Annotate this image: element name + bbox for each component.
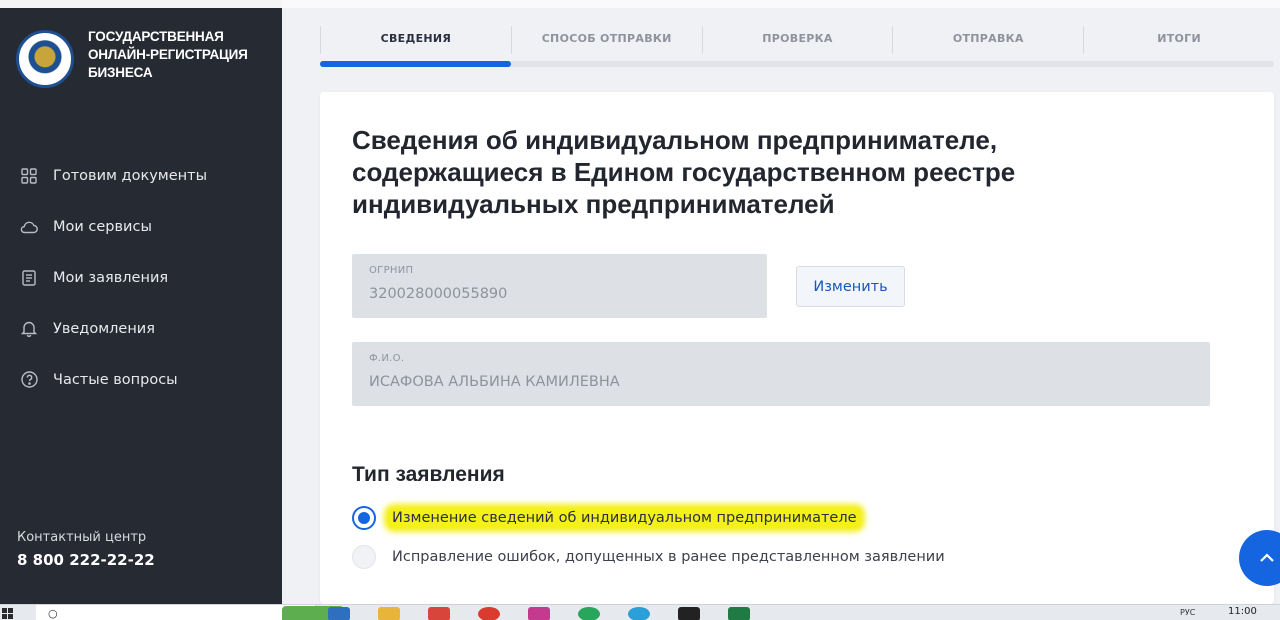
nav-item-documents[interactable]: Готовим документы — [0, 150, 282, 201]
radio-label: Изменение сведений об индивидуальном пре… — [388, 508, 861, 528]
nav-label: Готовим документы — [53, 167, 208, 184]
ogrnip-label: ОГРНИП — [369, 265, 414, 276]
step-info[interactable]: СВЕДЕНИЯ — [320, 26, 511, 54]
app-telegram-icon[interactable] — [628, 607, 650, 620]
step-check[interactable]: ПРОВЕРКА — [701, 26, 893, 54]
bell-icon — [19, 319, 39, 339]
step-send-method[interactable]: СПОСОБ ОТПРАВКИ — [510, 26, 702, 54]
fio-field: Ф.И.О. ИСАФОВА АЛЬБИНА КАМИЛЕВНА — [352, 342, 1210, 406]
radio-button-selected[interactable] — [352, 506, 376, 530]
os-taskbar: ○ РУС 11:00 — [0, 604, 1280, 620]
radio-option-change-info[interactable]: Изменение сведений об индивидуальном пре… — [352, 506, 861, 530]
nav-label: Частые вопросы — [53, 371, 178, 388]
step-results[interactable]: ИТОГИ — [1083, 26, 1274, 54]
app-icon[interactable] — [678, 607, 700, 620]
app-explorer-icon[interactable] — [378, 607, 400, 620]
app-paint-icon[interactable] — [428, 607, 450, 620]
nav-label: Мои заявления — [53, 269, 169, 286]
main-card: Сведения об индивидуальном предпринимате… — [320, 92, 1274, 604]
ogrnip-field: ОГРНИП 320028000055890 — [352, 254, 767, 318]
taskbar-search[interactable]: ○ — [36, 605, 344, 620]
fio-value: ИСАФОВА АЛЬБИНА КАМИЛЕВНА — [369, 374, 620, 390]
windows-start-icon[interactable] — [2, 608, 14, 620]
taskbar-clock[interactable]: 11:00 — [1228, 606, 1257, 617]
taskbar-language[interactable]: РУС — [1180, 608, 1195, 617]
nav-item-notifications[interactable]: Уведомления — [0, 303, 282, 354]
fns-emblem-logo[interactable] — [16, 30, 74, 88]
nav-item-faq[interactable]: Частые вопросы — [0, 354, 282, 405]
contact-center-label: Контактный центр — [17, 530, 147, 545]
nav-item-services[interactable]: Мои сервисы — [0, 201, 282, 252]
help-icon — [19, 370, 39, 390]
brand-title[interactable]: ГОСУДАРСТВЕННАЯ ОНЛАЙН-РЕГИСТРАЦИЯ БИЗНЕ… — [88, 28, 268, 82]
progress-track — [320, 61, 1274, 67]
progress-fill — [320, 61, 511, 67]
grid-icon — [19, 166, 39, 186]
app-excel-icon[interactable] — [728, 607, 750, 620]
radio-button[interactable] — [352, 545, 376, 569]
search-icon: ○ — [48, 607, 58, 620]
chevron-up-icon — [1260, 553, 1274, 562]
step-send[interactable]: ОТПРАВКА — [892, 26, 1083, 54]
contact-phone[interactable]: 8 800 222-22-22 — [17, 551, 155, 569]
taskbar-apps — [328, 607, 750, 620]
change-button[interactable]: Изменить — [796, 266, 905, 307]
statement-type-title: Тип заявления — [352, 463, 505, 486]
ogrnip-value: 320028000055890 — [369, 286, 508, 302]
top-strip-main — [282, 0, 1280, 8]
top-strip — [0, 0, 282, 8]
nav-label: Мои сервисы — [53, 218, 152, 235]
fio-label: Ф.И.О. — [369, 353, 405, 364]
wizard-steps: СВЕДЕНИЯ СПОСОБ ОТПРАВКИ ПРОВЕРКА ОТПРАВ… — [320, 26, 1274, 54]
page-title: Сведения об индивидуальном предпринимате… — [352, 125, 1016, 219]
cloud-icon — [19, 217, 39, 237]
app-icon[interactable] — [528, 607, 550, 620]
sidebar-nav: Готовим документы Мои сервисы Мои заявле… — [0, 150, 282, 405]
document-icon — [19, 268, 39, 288]
emblem-icon — [23, 37, 67, 81]
nav-item-applications[interactable]: Мои заявления — [0, 252, 282, 303]
radio-label: Исправление ошибок, допущенных в ранее п… — [392, 549, 945, 565]
nav-label: Уведомления — [53, 320, 155, 337]
radio-option-fix-errors[interactable]: Исправление ошибок, допущенных в ранее п… — [352, 545, 949, 569]
app-chrome-icon[interactable] — [478, 607, 500, 620]
sidebar: ГОСУДАРСТВЕННАЯ ОНЛАЙН-РЕГИСТРАЦИЯ БИЗНЕ… — [0, 0, 282, 604]
app-word-icon[interactable] — [328, 607, 350, 620]
app-whatsapp-icon[interactable] — [578, 607, 600, 620]
